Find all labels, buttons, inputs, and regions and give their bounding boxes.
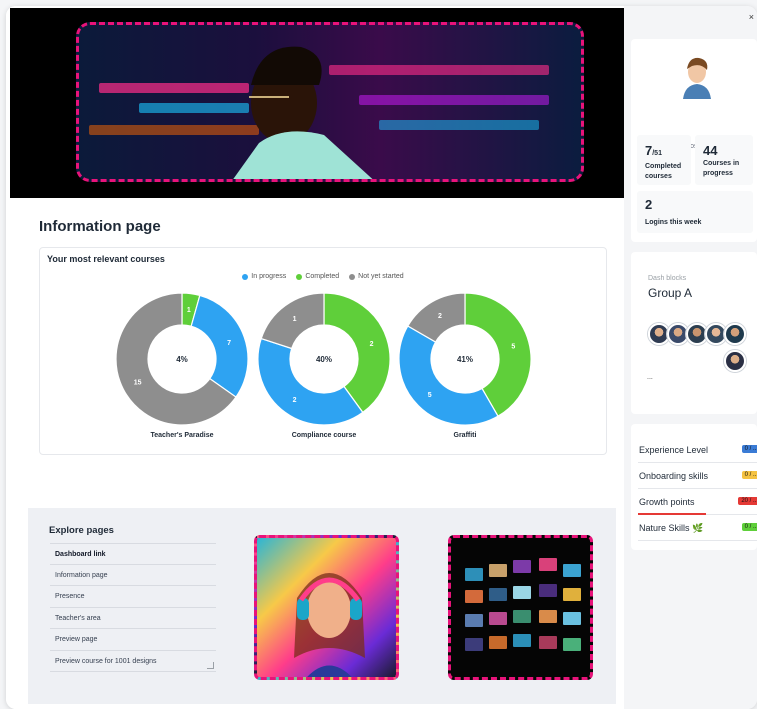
- group-member-avatar[interactable]: [724, 350, 746, 372]
- donut-slice-in-progress: [257, 337, 364, 426]
- level-badge: 0 / ...: [741, 471, 757, 479]
- explore-title: Explore pages: [49, 525, 114, 536]
- user-avatar[interactable]: [677, 53, 717, 99]
- donut-center-label: 40%: [316, 355, 332, 364]
- level-badge: 0 / ...: [741, 445, 757, 453]
- right-sidebar: × Josh 7/51 Completed courses 44 Courses …: [624, 6, 757, 709]
- course-name-label: Teacher's Paradise: [150, 432, 213, 439]
- stat-logins-value: 2: [645, 197, 653, 212]
- level-row-onboarding[interactable]: Onboarding skills 0 / ...: [638, 464, 757, 489]
- headphones-girl-image[interactable]: [254, 535, 399, 680]
- growth-progress-bar: [638, 513, 706, 515]
- donut-slice-label: 2: [370, 341, 374, 348]
- group-name: Group A: [648, 286, 693, 300]
- level-badge: 20 / ...: [738, 497, 757, 505]
- explore-item-teachers-area[interactable]: Teacher's area: [50, 608, 216, 629]
- close-icon[interactable]: ×: [749, 12, 754, 22]
- donut-slice-in-progress: [190, 294, 249, 398]
- stat-logins-label: Logins this week: [645, 219, 702, 226]
- stat-label-line: courses: [645, 173, 672, 180]
- app-frame: Information page Your most relevant cour…: [6, 6, 757, 709]
- stat-label-line: Courses in: [703, 160, 740, 167]
- donut-slice-label: 2: [438, 313, 442, 320]
- course-name-label: Graffiti: [454, 432, 477, 439]
- stat-label-line: progress: [703, 170, 733, 177]
- course-name-label: Compliance course: [292, 432, 357, 439]
- stat-in-progress-value: 44: [703, 143, 718, 158]
- donut-slice-label: 7: [227, 340, 231, 347]
- dash-blocks-card: Dash blocks Group A ...: [631, 252, 757, 414]
- stat-in-progress-label: Courses in progress: [703, 159, 739, 179]
- level-row-experience[interactable]: Experience Level 0 / ...: [638, 438, 757, 463]
- stat-completed-label: Completed courses: [645, 162, 681, 182]
- donut-slice-label: 15: [134, 380, 142, 387]
- level-badge: 0 / ...: [741, 523, 757, 531]
- donut-slice-label: 5: [511, 344, 515, 351]
- relevant-courses-card: Your most relevant courses In progress C…: [39, 247, 607, 455]
- explore-item-presence[interactable]: Presence: [50, 586, 216, 608]
- more-members-indicator[interactable]: ...: [647, 374, 653, 381]
- donut-slice-label: 1: [187, 307, 191, 314]
- page-title: Information page: [39, 218, 161, 235]
- level-row-nature[interactable]: Nature Skills 🌿 0 / ...: [638, 516, 757, 541]
- donut-slice-in-progress: [398, 325, 499, 426]
- levels-card: Experience Level 0 / ... Onboarding skil…: [631, 424, 757, 550]
- stat-completed-courses: 7/51 Completed courses: [637, 135, 691, 185]
- level-row-growth[interactable]: Growth points 20 / ...: [638, 490, 757, 515]
- stat-logins-this-week: 2 Logins this week: [637, 191, 753, 233]
- explore-item-preview-page[interactable]: Preview page: [50, 629, 216, 651]
- level-name: Experience Level: [639, 445, 709, 455]
- donut-center-label: 41%: [457, 355, 473, 364]
- resize-handle-icon[interactable]: [207, 662, 214, 669]
- donut-center-label: 4%: [176, 355, 188, 364]
- stat-label-line: Completed: [645, 163, 682, 170]
- stat-courses-in-progress: 44 Courses in progress: [695, 135, 753, 185]
- stat-completed-value: 7/51: [645, 143, 662, 158]
- hero-banner: [10, 8, 624, 198]
- donut-slice-label: 1: [293, 316, 297, 323]
- level-name: Nature Skills 🌿: [639, 523, 704, 533]
- group-member-avatar[interactable]: [724, 323, 746, 345]
- explore-pages-section: Explore pages Dashboard link Information…: [28, 508, 616, 704]
- explore-item-dashboard-link[interactable]: Dashboard link: [50, 543, 216, 565]
- main-content: Information page Your most relevant cour…: [6, 6, 624, 709]
- level-name: Growth points: [639, 497, 695, 507]
- explore-list: Dashboard link Information page Presence…: [50, 543, 216, 672]
- donut-slice-label: 2: [293, 397, 297, 404]
- screens-cube-image[interactable]: [448, 535, 593, 680]
- banner-image: [76, 22, 584, 182]
- profile-card: Josh 7/51 Completed courses 44 Courses in…: [631, 39, 757, 242]
- donut-slice-label: 5: [428, 392, 432, 399]
- level-name: Onboarding skills: [639, 471, 709, 481]
- dash-blocks-label: Dash blocks: [648, 275, 687, 282]
- explore-item-preview-course[interactable]: Preview course for 1001 designs: [50, 651, 216, 672]
- completed-total: /51: [652, 150, 662, 157]
- course-donut-charts: 1 7 15 4% Teacher's Paradise 2 2 1 40% Compliance…: [115, 292, 532, 439]
- explore-item-information-page[interactable]: Information page: [50, 565, 216, 586]
